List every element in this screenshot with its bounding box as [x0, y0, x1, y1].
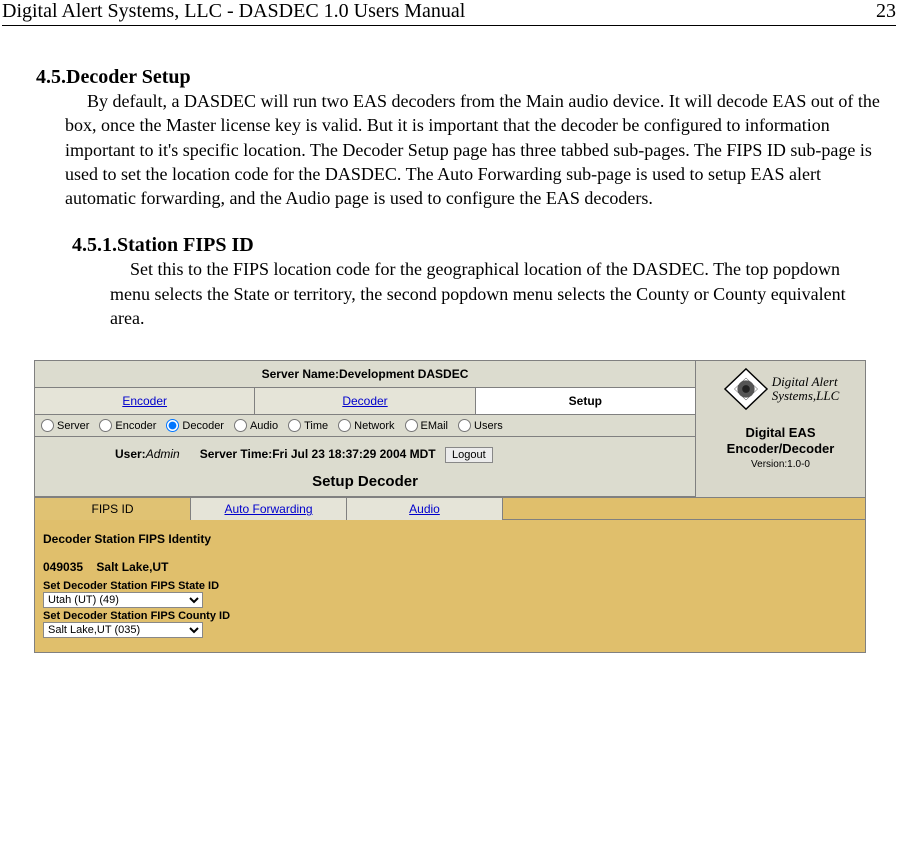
radio-server-label: Server — [57, 420, 89, 432]
server-time-label: Server Time: — [200, 447, 273, 461]
section-number: 4.5. — [36, 66, 66, 88]
radio-network[interactable]: Network — [338, 419, 394, 432]
radio-email[interactable]: EMail — [405, 419, 449, 432]
app-screenshot: Server Name:Development DASDEC Encoder D… — [34, 360, 866, 653]
radio-encoder-label: Encoder — [115, 420, 156, 432]
county-select[interactable]: Salt Lake,UT (035) — [43, 622, 203, 638]
server-time-value: Fri Jul 23 18:37:29 2004 MDT — [272, 447, 435, 461]
section-heading: 4.5.Decoder Setup — [36, 66, 896, 89]
user-value: Admin — [146, 447, 180, 461]
user-label: User: — [115, 447, 146, 461]
brand-panel: Digital Alert Systems,LLC Digital EAS En… — [695, 361, 865, 497]
county-select-label: Set Decoder Station FIPS County ID — [43, 610, 857, 622]
fips-code: 049035 — [43, 560, 83, 574]
main-tab-bar: Encoder Decoder Setup — [35, 388, 695, 415]
tab-setup[interactable]: Setup — [476, 388, 695, 414]
server-name-bar: Server Name:Development DASDEC — [35, 361, 695, 388]
server-name-label: Server Name: — [262, 367, 339, 381]
brand-line1: Digital Alert — [772, 375, 840, 389]
section-body-text: By default, a DASDEC will run two EAS de… — [65, 91, 880, 208]
radio-time-label: Time — [304, 420, 328, 432]
page-number: 23 — [876, 0, 896, 23]
brand-line2: Systems,LLC — [772, 389, 840, 403]
subtab-fips-id[interactable]: FIPS ID — [35, 498, 191, 520]
tab-decoder[interactable]: Decoder — [255, 388, 475, 414]
product-name-line2: Encoder/Decoder — [698, 441, 863, 457]
subtab-audio[interactable]: Audio — [347, 498, 503, 520]
radio-encoder[interactable]: Encoder — [99, 419, 156, 432]
subsection-body: Set this to the FIPS location code for t… — [110, 257, 866, 330]
radio-server[interactable]: Server — [41, 419, 89, 432]
subsection-number: 4.5.1. — [72, 234, 117, 256]
section-body: By default, a DASDEC will run two EAS de… — [65, 89, 894, 210]
tab-encoder[interactable]: Encoder — [35, 388, 255, 414]
current-fips: 049035 Salt Lake,UT — [43, 560, 857, 574]
fips-name: Salt Lake,UT — [96, 560, 168, 574]
version-label: Version:1.0-0 — [698, 459, 863, 470]
section-title-text: Decoder Setup — [66, 66, 191, 88]
state-select-label: Set Decoder Station FIPS State ID — [43, 580, 857, 592]
subsection-heading: 4.5.1.Station FIPS ID — [72, 234, 896, 257]
radio-time[interactable]: Time — [288, 419, 328, 432]
doc-title: Digital Alert Systems, LLC - DASDEC 1.0 … — [2, 0, 465, 23]
setup-decoder-title: Setup Decoder — [35, 469, 695, 497]
status-row: User:Admin Server Time:Fri Jul 23 18:37:… — [35, 437, 695, 469]
brand-name: Digital Alert Systems,LLC — [772, 375, 840, 404]
radio-users-label: Users — [474, 420, 503, 432]
state-select[interactable]: Utah (UT) (49) — [43, 592, 203, 608]
decoder-sub-tabs: FIPS ID Auto Forwarding Audio — [35, 497, 865, 520]
brand-logo-icon — [722, 367, 770, 411]
product-name-line1: Digital EAS — [698, 425, 863, 441]
fips-content: Decoder Station FIPS Identity 049035 Sal… — [35, 520, 865, 652]
fips-identity-heading: Decoder Station FIPS Identity — [43, 532, 857, 546]
subsection-title-text: Station FIPS ID — [117, 234, 254, 256]
radio-audio[interactable]: Audio — [234, 419, 278, 432]
radio-audio-label: Audio — [250, 420, 278, 432]
subtab-filler — [503, 498, 865, 520]
radio-decoder-label: Decoder — [182, 420, 224, 432]
radio-users[interactable]: Users — [458, 419, 503, 432]
radio-network-label: Network — [354, 420, 394, 432]
subsection-body-text: Set this to the FIPS location code for t… — [110, 259, 846, 328]
subtab-auto-forwarding[interactable]: Auto Forwarding — [191, 498, 347, 520]
product-name: Digital EAS Encoder/Decoder — [698, 425, 863, 456]
radio-decoder[interactable]: Decoder — [166, 419, 224, 432]
server-name-value: Development DASDEC — [339, 367, 468, 381]
setup-subnav: Server Encoder Decoder Audio Time Networ… — [35, 415, 695, 437]
logout-button[interactable]: Logout — [445, 447, 493, 463]
radio-email-label: EMail — [421, 420, 449, 432]
